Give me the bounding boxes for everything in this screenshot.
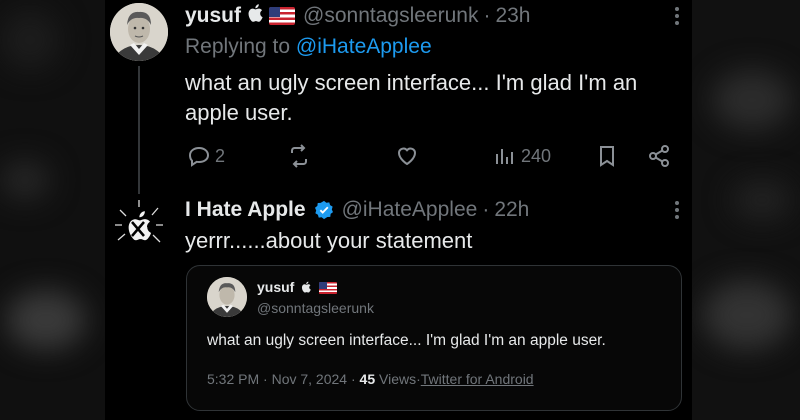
replying-to: Replying to @iHateApplee: [185, 32, 680, 62]
tweet-text: yerrr......about your statement: [185, 228, 473, 253]
replying-handle-link[interactable]: @iHateApplee: [296, 35, 432, 58]
share-icon: [649, 145, 669, 167]
quoted-avatar-yusuf[interactable]: [207, 277, 247, 317]
tweet-actions: 2 240: [187, 144, 677, 172]
retweet-button[interactable]: [287, 144, 311, 168]
thread-connector-line: [138, 66, 140, 194]
separator-dot: ·: [483, 4, 491, 27]
like-button[interactable]: [395, 144, 419, 168]
quoted-display-name[interactable]: yusuf: [257, 279, 294, 295]
tweet-header: yusuf @sonntagsleerunk · 23h: [185, 2, 680, 30]
tweet-time[interactable]: 23h: [495, 2, 530, 30]
quoted-views-label: Views: [379, 371, 417, 387]
display-name[interactable]: yusuf: [185, 2, 241, 30]
tweet-text: what an ugly screen interface... I'm gla…: [185, 70, 638, 125]
more-vertical-icon[interactable]: [674, 200, 680, 226]
views-count: 240: [521, 145, 552, 166]
retweet-icon: [291, 144, 307, 168]
left-blurred-background: [0, 0, 105, 420]
us-flag-icon: [319, 282, 338, 295]
tweet-time[interactable]: 22h: [494, 196, 529, 224]
quoted-tweet-card[interactable]: yusuf @sonntagsleerunk what an ugly scre…: [186, 265, 682, 411]
bookmark-icon: [600, 146, 614, 167]
user-handle[interactable]: @sonntagsleerunk: [303, 2, 478, 30]
quoted-datetime[interactable]: 5:32 PM · Nov 7, 2024 ·: [207, 371, 356, 387]
separator-dot: ·: [482, 198, 490, 221]
replying-prefix: Replying to: [185, 35, 291, 58]
quoted-source-link[interactable]: Twitter for Android: [421, 371, 534, 387]
more-vertical-icon[interactable]: [674, 6, 680, 32]
bookmark-button[interactable]: [595, 144, 619, 168]
views-chart-icon: [496, 149, 513, 164]
verified-badge-icon: [314, 200, 334, 220]
avatar-yusuf[interactable]: [110, 3, 168, 61]
quoted-header: yusuf @sonntagsleerunk: [257, 278, 374, 317]
reply-icon: [188, 146, 210, 167]
apple-logo-icon: [247, 2, 263, 30]
tweet-header: I Hate Apple @iHateApplee · 22h: [185, 196, 680, 224]
display-name[interactable]: I Hate Apple: [185, 196, 306, 224]
quoted-handle[interactable]: @sonntagsleerunk: [257, 299, 374, 317]
reply-button[interactable]: 2: [187, 144, 225, 168]
avatar-i-hate-apple[interactable]: [110, 196, 168, 254]
reply-count: 2: [215, 145, 226, 166]
user-handle[interactable]: @iHateApplee: [342, 196, 478, 224]
tweet-thread: yusuf @sonntagsleerunk · 23h Replying to…: [105, 0, 692, 420]
tweet-yusuf: yusuf @sonntagsleerunk · 23h Replying to…: [185, 2, 680, 128]
tweet-i-hate-apple: I Hate Apple @iHateApplee · 22h yerrr...…: [185, 196, 680, 256]
heart-icon: [397, 147, 417, 166]
apple-logo-icon: [298, 279, 315, 295]
quoted-tweet-text: what an ugly screen interface... I'm gla…: [207, 332, 606, 349]
views-button[interactable]: 240: [493, 144, 551, 168]
us-flag-icon: [269, 7, 296, 25]
quoted-views-count: 45: [359, 371, 376, 387]
quoted-tweet-meta: 5:32 PM · Nov 7, 2024 · 45 Views·Twitter…: [207, 371, 534, 387]
share-button[interactable]: [647, 144, 671, 168]
right-blurred-background: [692, 0, 800, 420]
